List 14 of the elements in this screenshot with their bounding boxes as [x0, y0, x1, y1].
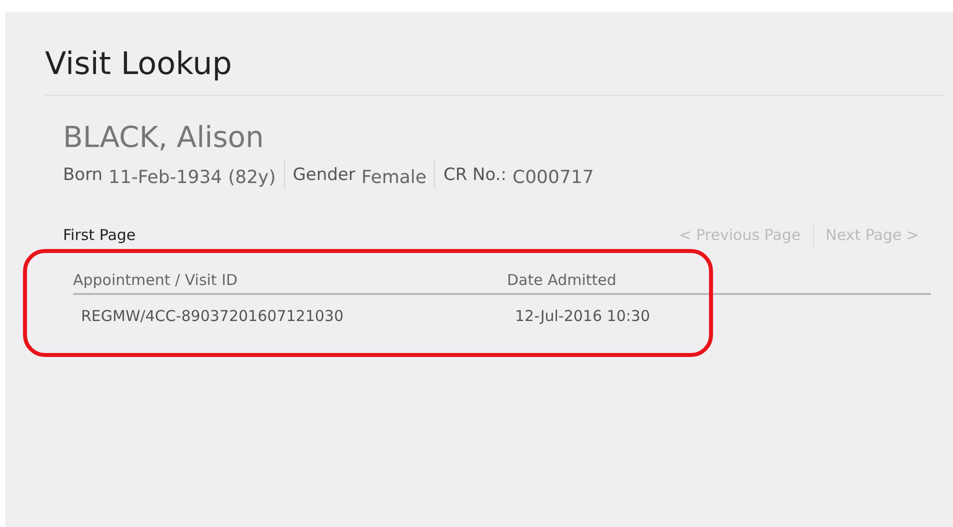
- column-header: Appointment / Visit ID: [73, 270, 239, 291]
- age-value: (82y): [228, 166, 276, 190]
- detail-value: 11-Feb-1934: [108, 166, 222, 190]
- detail-label: CR No.:: [443, 164, 507, 187]
- table-cell-text: REGMW/4CC-89037201607121030: [81, 306, 344, 328]
- detail-value: C000717: [512, 166, 594, 190]
- table-cell-text: 12-Jul-2016 10:30: [515, 306, 650, 328]
- patient-name: BLACK, Alison: [63, 120, 265, 155]
- detail-label: Gender: [292, 164, 356, 187]
- detail-label: Born: [63, 164, 103, 187]
- page-title: Visit Lookup: [45, 46, 943, 96]
- column-header: Date Admitted: [507, 270, 616, 291]
- detail-value: Female: [361, 166, 426, 190]
- current-page-label: First Page: [63, 225, 136, 246]
